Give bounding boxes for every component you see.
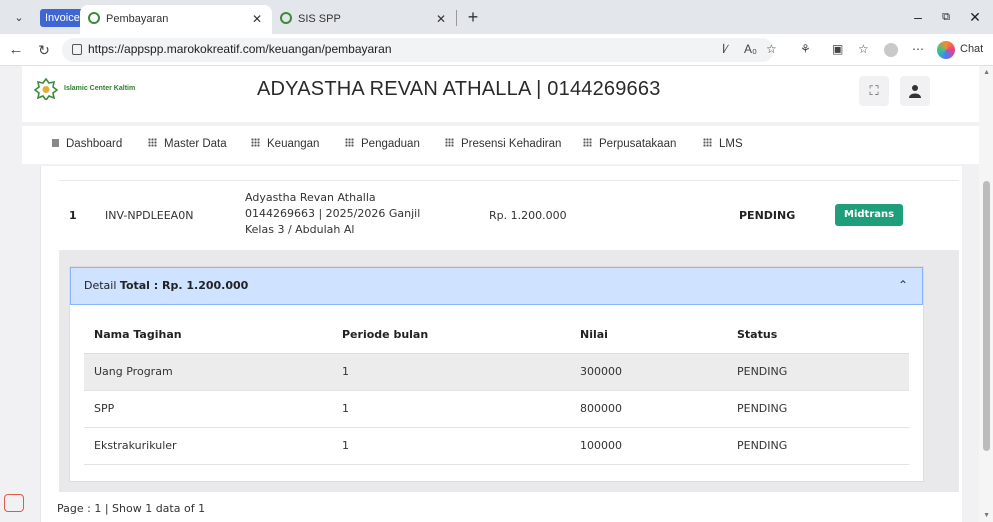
new-tab-icon[interactable]: +: [463, 6, 483, 28]
lock-icon: [72, 44, 82, 55]
nav-item-perpustakaan[interactable]: Perpusatakaan: [583, 138, 676, 150]
scrollbar[interactable]: ▲ ▼: [979, 66, 993, 522]
invoice-number: 1: [69, 209, 77, 222]
islamic-center-logo-icon: [34, 78, 58, 100]
invoice-status: PENDING: [739, 209, 796, 222]
invoice-row[interactable]: 1 INV-NPDLEEA0N Adyastha Revan Athalla 0…: [59, 180, 959, 250]
nav-item-keuangan[interactable]: Keuangan: [251, 138, 319, 150]
tab-title: Pembayaran: [106, 13, 169, 25]
restore-icon[interactable]: ⧉: [936, 7, 956, 27]
nav-item-dashboard[interactable]: Dashboard: [52, 138, 122, 150]
reload-icon[interactable]: ↻: [34, 40, 54, 60]
url-text: https://appspp.marokokreatif.com/keuanga…: [88, 42, 392, 56]
student-class: Kelas 3 / Abdulah Al: [245, 223, 355, 236]
detail-accordion: Detail Total : Rp. 1.200.000 ⌃ Nama Tagi…: [69, 266, 924, 482]
grid-icon: [703, 138, 712, 148]
table-header-row: Nama Tagihan Periode bulan Nilai Status: [84, 317, 909, 354]
fullscreen-icon[interactable]: ⛶: [859, 76, 889, 106]
detail-panel: Detail Total : Rp. 1.200.000 ⌃ Nama Tagi…: [59, 250, 959, 492]
table-cell: PENDING: [727, 353, 909, 391]
grid-icon: [148, 138, 157, 148]
nav-item-presensi-kehadiran[interactable]: Presensi Kehadiran: [445, 138, 561, 150]
detail-label: Detail Total : Rp. 1.200.000: [84, 279, 249, 292]
nav-item-master-data[interactable]: Master Data: [148, 138, 227, 150]
table-cell: Ekstrakurikuler: [84, 427, 332, 465]
table-cell: 1: [332, 353, 570, 391]
detail-table: Nama Tagihan Periode bulan Nilai Status …: [84, 317, 909, 465]
content-card: 1 INV-NPDLEEA0N Adyastha Revan Athalla 0…: [40, 166, 962, 522]
favorite-star-icon[interactable]: ☆: [766, 42, 777, 56]
close-tab-icon[interactable]: ✕: [436, 6, 446, 32]
site-favicon-icon: [88, 12, 100, 25]
minimize-icon[interactable]: –: [908, 7, 928, 27]
column-header: Status: [727, 317, 909, 354]
table-cell: 800000: [570, 390, 727, 428]
collections-icon[interactable]: ▣: [832, 42, 843, 56]
page-viewport: Islamic Center Kaltim ADYASTHA REVAN ATH…: [0, 66, 993, 522]
tab-group-badge[interactable]: Invoice: [40, 9, 85, 27]
close-window-icon[interactable]: ✕: [965, 7, 985, 27]
table-cell: 100000: [570, 427, 727, 465]
translate-icon[interactable]: ا∕: [722, 42, 727, 56]
logo-text: Islamic Center Kaltim: [64, 85, 136, 92]
tab-pembayaran[interactable]: Pembayaran ✕: [80, 5, 272, 34]
student-name: Adyastha Revan Athalla: [245, 191, 376, 204]
scroll-down-icon[interactable]: ▼: [983, 512, 990, 519]
invoice-student-info: Adyastha Revan Athalla 0144269663 | 2025…: [245, 190, 420, 238]
column-header: Nilai: [570, 317, 727, 354]
table-cell: SPP: [84, 390, 332, 428]
back-icon[interactable]: ←: [6, 40, 26, 60]
scroll-thumb[interactable]: [983, 181, 990, 451]
table-cell: 1: [332, 427, 570, 465]
table-cell: PENDING: [727, 390, 909, 428]
grid-icon: [583, 138, 592, 148]
detail-total: Total : Rp. 1.200.000: [119, 279, 249, 292]
user-icon[interactable]: [900, 76, 930, 106]
midtrans-pay-button[interactable]: Midtrans: [835, 204, 904, 226]
invoice-amount: Rp. 1.200.000: [489, 209, 567, 222]
extensions-icon[interactable]: ⚘: [800, 42, 811, 56]
student-id-period: 0144269663 | 2025/2026 Ganjil: [245, 207, 421, 220]
table-row: Uang Program 1 300000 PENDING: [84, 353, 909, 391]
read-aloud-icon[interactable]: A₀: [744, 42, 757, 56]
table-row: SPP 1 800000 PENDING: [84, 390, 909, 428]
chat-label[interactable]: Chat: [960, 43, 983, 55]
url-field[interactable]: https://appspp.marokokreatif.com/keuanga…: [62, 38, 774, 62]
chevron-up-icon[interactable]: ⌃: [898, 278, 908, 292]
tab-separator: [456, 10, 457, 26]
nav-item-pengaduan[interactable]: Pengaduan: [345, 138, 420, 150]
page-title: ADYASTHA REVAN ATHALLA | 0144269663: [257, 78, 661, 100]
detail-accordion-header[interactable]: Detail Total : Rp. 1.200.000 ⌃: [70, 267, 923, 305]
app-header: Islamic Center Kaltim ADYASTHA REVAN ATH…: [22, 66, 979, 122]
address-bar: ← ↻ https://appspp.marokokreatif.com/keu…: [0, 34, 993, 66]
debugbar-icon[interactable]: [4, 494, 24, 512]
pagination-info: Page : 1 | Show 1 data of 1: [57, 502, 206, 515]
tab-title: SIS SPP: [298, 13, 341, 25]
copilot-icon[interactable]: [937, 41, 955, 59]
site-favicon-icon: [280, 12, 292, 25]
column-header: Nama Tagihan: [84, 317, 332, 354]
invoice-code: INV-NPDLEEA0N: [105, 209, 194, 222]
table-cell: 1: [332, 390, 570, 428]
grid-icon: [251, 138, 260, 148]
browser-tab-bar: ⌄ Invoice Pembayaran ✕ SIS SPP ✕ + – ⧉ ✕: [0, 0, 993, 34]
grid-icon: [445, 138, 454, 148]
column-header: Periode bulan: [332, 317, 570, 354]
table-cell: Uang Program: [84, 353, 332, 391]
nav-item-lms[interactable]: LMS: [703, 138, 743, 150]
more-options-icon[interactable]: ⋯: [912, 42, 924, 56]
main-nav: Dashboard Master Data Keuangan Pengaduan…: [22, 126, 979, 164]
tab-sis-spp[interactable]: SIS SPP ✕: [272, 6, 456, 32]
profile-avatar-icon[interactable]: [884, 43, 898, 57]
table-cell: PENDING: [727, 427, 909, 465]
favorites-list-icon[interactable]: ☆: [858, 42, 869, 56]
table-cell: 300000: [570, 353, 727, 391]
tab-actions-chevron-icon[interactable]: ⌄: [8, 8, 30, 28]
table-row: Ekstrakurikuler 1 100000 PENDING: [84, 427, 909, 465]
scroll-up-icon[interactable]: ▲: [983, 69, 990, 76]
dashboard-icon: [52, 138, 59, 147]
close-tab-icon[interactable]: ✕: [252, 5, 262, 34]
grid-icon: [345, 138, 354, 148]
